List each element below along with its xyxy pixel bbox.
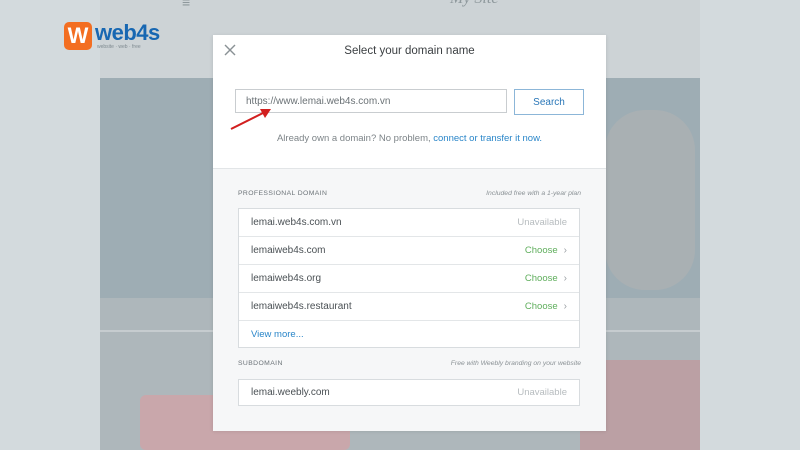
choose-button[interactable]: Choose › (525, 245, 567, 256)
red-arrow-icon (230, 109, 271, 130)
subdomain-name: lemai.weebly.com (251, 387, 330, 398)
professional-domain-note: Included free with a 1-year plan (486, 190, 581, 197)
connect-transfer-link[interactable]: connect or transfer it now. (433, 133, 542, 144)
choose-button[interactable]: Choose › (525, 301, 567, 312)
subdomain-list: lemai.weebly.com Unavailable (238, 379, 580, 406)
domain-row[interactable]: lemaiweb4s.org Choose › (239, 265, 579, 293)
own-domain-text: Already own a domain? No problem, connec… (213, 133, 606, 144)
domain-row[interactable]: lemaiweb4s.com Choose › (239, 237, 579, 265)
chevron-right-icon: › (563, 273, 567, 284)
domain-options-section: PROFESSIONAL DOMAIN Included free with a… (213, 168, 606, 431)
choose-label: Choose (524, 273, 558, 284)
subdomain-label: SUBDOMAIN (238, 360, 283, 367)
choose-button[interactable]: Choose › (525, 273, 567, 284)
choose-label: Choose (524, 245, 558, 256)
subdomain-row: lemai.weebly.com Unavailable (239, 380, 579, 405)
logo-word: web4s (95, 20, 160, 45)
unavailable-status: Unavailable (517, 217, 567, 228)
domain-row[interactable]: lemaiweb4s.restaurant Choose › (239, 293, 579, 321)
web4s-logo: W web4s website · web · free (64, 22, 160, 50)
background-site-title: My Site (450, 0, 498, 8)
logo-text: web4s website · web · free (95, 20, 160, 51)
modal-title: Select your domain name (344, 45, 475, 57)
chevron-right-icon: › (563, 301, 567, 312)
background-figure (605, 110, 695, 290)
view-more-link[interactable]: View more... (239, 321, 579, 347)
own-domain-prefix: Already own a domain? No problem, (276, 133, 434, 144)
domain-select-modal: Select your domain name Search Already o… (213, 35, 606, 431)
domain-name: lemaiweb4s.org (251, 273, 322, 284)
domain-name: lemai.web4s.com.vn (251, 217, 342, 228)
professional-domain-list: lemai.web4s.com.vn Unavailable lemaiweb4… (238, 208, 580, 348)
background-menu-mark: ≡ (182, 0, 191, 10)
logo-icon: W (64, 22, 92, 50)
chevron-right-icon: › (563, 245, 567, 256)
unavailable-status: Unavailable (517, 387, 567, 398)
subdomain-note: Free with Weebly branding on your websit… (450, 360, 581, 367)
domain-name: lemaiweb4s.restaurant (251, 301, 352, 312)
domain-row: lemai.web4s.com.vn Unavailable (239, 209, 579, 237)
logo-tagline: website · web · free (97, 44, 141, 50)
domain-name: lemaiweb4s.com (251, 245, 326, 256)
choose-label: Choose (524, 301, 558, 312)
professional-domain-label: PROFESSIONAL DOMAIN (238, 190, 328, 197)
search-button[interactable]: Search (514, 89, 584, 115)
